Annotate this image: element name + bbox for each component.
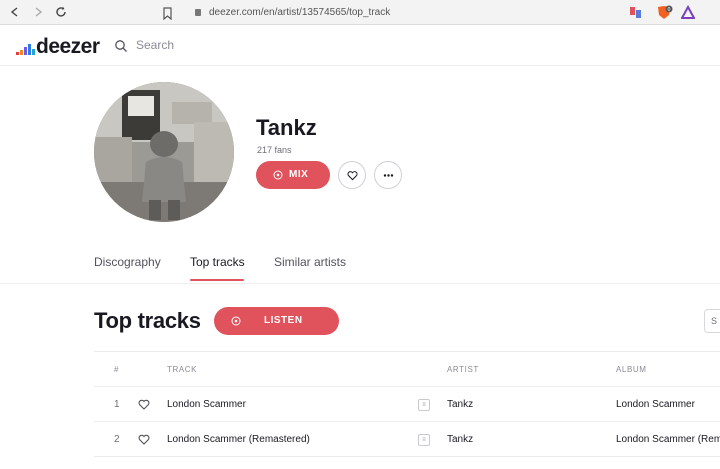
heart-icon[interactable]: [138, 399, 150, 410]
heart-icon[interactable]: [138, 434, 150, 445]
svg-text:0: 0: [667, 7, 670, 13]
column-header-artist[interactable]: ARTIST: [447, 365, 479, 374]
column-header-track[interactable]: TRACK: [167, 365, 197, 374]
bookmark-icon[interactable]: [162, 7, 173, 21]
artist-name: Tankz: [256, 115, 317, 140]
site-header: deezer Search: [0, 26, 720, 66]
table-header-divider: [94, 386, 720, 387]
active-tab-indicator: [190, 279, 244, 281]
browser-toolbar: deezer.com/en/artist/13574565/top_track …: [0, 0, 720, 25]
tabs-divider: [0, 283, 720, 284]
track-album[interactable]: London Scammer (Rem: [616, 434, 720, 445]
listen-label: LISTEN: [264, 315, 303, 326]
column-header-album[interactable]: ALBUM: [616, 365, 647, 374]
track-number: 2: [114, 434, 120, 445]
fan-count: 217 fans: [257, 145, 292, 155]
more-options-button[interactable]: [374, 161, 402, 189]
track-title[interactable]: London Scammer: [167, 399, 246, 410]
brave-shield-icon[interactable]: 0: [656, 5, 674, 20]
address-bar[interactable]: deezer.com/en/artist/13574565/top_track: [162, 3, 612, 22]
url-text: deezer.com/en/artist/13574565/top_track: [209, 7, 391, 18]
artist-avatar: [94, 82, 234, 222]
search-input[interactable]: Search: [136, 38, 174, 52]
track-artist[interactable]: Tankz: [447, 434, 473, 445]
table-top-divider: [94, 351, 720, 352]
listen-button[interactable]: LISTEN: [214, 307, 339, 335]
more-icon: [383, 174, 394, 177]
track-number: 1: [114, 399, 120, 410]
tab-discography[interactable]: Discography: [94, 255, 161, 269]
back-icon[interactable]: [8, 5, 22, 19]
reload-icon[interactable]: [54, 5, 68, 19]
search-icon[interactable]: [114, 39, 128, 53]
column-header-number: #: [114, 365, 120, 374]
mix-icon: [273, 170, 283, 180]
row-divider: [94, 421, 720, 422]
track-album[interactable]: London Scammer: [616, 399, 695, 410]
heart-icon: [347, 171, 358, 181]
rewards-triangle-icon[interactable]: [680, 4, 696, 20]
track-artist[interactable]: Tankz: [447, 399, 473, 410]
track-title[interactable]: London Scammer (Remastered): [167, 434, 310, 445]
equalizer-logo-icon: [16, 44, 35, 55]
mix-button[interactable]: MIX: [256, 161, 330, 189]
forward-icon[interactable]: [31, 5, 45, 19]
favorite-button[interactable]: [338, 161, 366, 189]
tab-similar-artists[interactable]: Similar artists: [274, 255, 346, 269]
play-icon: [231, 316, 241, 326]
tab-top-tracks[interactable]: Top tracks: [190, 255, 245, 269]
translate-extension-icon[interactable]: [629, 5, 643, 20]
lock-icon: [195, 9, 201, 16]
section-title: Top tracks: [94, 308, 201, 333]
mix-label: MIX: [289, 169, 309, 180]
lyrics-icon: ≡: [418, 399, 430, 411]
shuffle-search-button[interactable]: S: [704, 309, 720, 333]
lyrics-icon: ≡: [418, 434, 430, 446]
row-divider: [94, 456, 720, 457]
logo-text: deezer: [36, 35, 100, 58]
